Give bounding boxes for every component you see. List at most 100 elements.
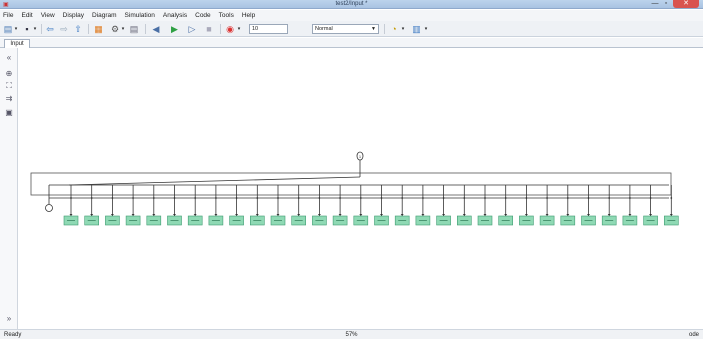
settings-dropdown-icon[interactable]: ▾ (120, 24, 126, 34)
junction-dot (339, 197, 341, 199)
junction-dot (484, 197, 486, 199)
arrow-head (669, 214, 673, 216)
record-icon[interactable]: ◉ (225, 24, 235, 34)
build-model-icon[interactable]: ▥ (411, 24, 422, 34)
junction-dot (215, 197, 217, 199)
arrow-head (545, 214, 549, 216)
arrow-head (214, 214, 218, 216)
junction-dot (670, 197, 673, 199)
signal-line (68, 176, 361, 186)
junction-dot (359, 197, 362, 199)
image-icon[interactable]: ▣ (4, 108, 14, 117)
solver-name: ode (688, 332, 699, 338)
menu-help[interactable]: Help (242, 12, 255, 19)
menu-tools[interactable]: Tools (219, 12, 234, 19)
explorer-icon[interactable]: ▤ (129, 24, 139, 34)
title-bar: ▣ test2/Input * — ▫ ✕ (0, 0, 703, 9)
hide-browser-icon[interactable]: « (4, 53, 14, 62)
toolbar: ▤ ▾ ▪ ▾ ⇦ ⇨ ⇧ ▦ ⚙ ▾ ▤ ◀ ▶ ▷ ■ ◉ ▾ 10 Nor… (0, 21, 703, 37)
model-advisor-icon[interactable]: ◔ (389, 24, 399, 34)
menu-file[interactable]: File (3, 12, 13, 19)
run-icon[interactable]: ▶ (169, 24, 180, 34)
junction-dot (587, 197, 590, 199)
arrow-head (297, 214, 301, 216)
junction-dot (90, 197, 93, 199)
tab-input[interactable]: Input (4, 39, 30, 48)
junction-dot (546, 197, 548, 199)
build-dropdown-icon[interactable]: ▾ (423, 24, 429, 34)
window-title: test2/Input * (335, 1, 368, 7)
minimize-button[interactable]: — (650, 0, 660, 8)
arrow-head (276, 214, 280, 216)
arrow-head (628, 214, 632, 216)
advisor-dropdown-icon[interactable]: ▾ (400, 24, 406, 34)
zoom-level: 57% (345, 332, 358, 338)
simulation-mode-select[interactable]: Normal ▼ (312, 24, 379, 34)
stop-time-input[interactable]: 10 (249, 24, 288, 34)
status-bar: Ready 57% ode (0, 329, 703, 339)
junction-dot (463, 197, 466, 199)
fit-to-view-icon[interactable]: ⛶ (4, 81, 14, 90)
arrow-head (607, 214, 611, 216)
arrow-head (421, 214, 425, 216)
simulation-mode-value: Normal (315, 26, 333, 32)
arrow-head (400, 214, 404, 216)
arrow-head (193, 214, 197, 216)
block-diagram: 1 (30, 151, 679, 226)
menu-simulation[interactable]: Simulation (125, 12, 155, 19)
junction-dot (318, 197, 321, 199)
close-button[interactable]: ✕ (673, 0, 699, 8)
model-canvas[interactable]: 1 (19, 48, 703, 329)
menu-edit[interactable]: Edit (21, 12, 32, 19)
arrow-head (504, 214, 508, 216)
expand-icon[interactable]: » (4, 314, 14, 323)
menu-display[interactable]: Display (63, 12, 84, 19)
arrow-head (359, 214, 363, 216)
junction-dot (194, 197, 197, 199)
step-back-icon[interactable]: ◀ (151, 24, 161, 34)
arrow-head (317, 214, 321, 216)
junction-dot (608, 197, 611, 199)
up-arrow-icon[interactable]: ⇧ (73, 24, 83, 34)
junction-dot (401, 197, 404, 199)
stop-icon[interactable]: ■ (204, 24, 214, 34)
new-dropdown-icon[interactable]: ▾ (13, 24, 19, 34)
junction-dot (504, 197, 507, 199)
arrow-head (173, 214, 176, 216)
settings-gear-icon[interactable]: ⚙ (110, 24, 120, 34)
arrow-head (110, 214, 114, 216)
forward-arrow-icon[interactable]: ⇨ (59, 24, 69, 34)
tool-palette: « ⊕ ⛶ ⇉ ▣ » (0, 48, 18, 329)
junction-dot (422, 197, 424, 199)
junction-dot (152, 197, 155, 199)
junction-dot (442, 197, 445, 199)
record-dropdown-icon[interactable]: ▾ (236, 24, 242, 34)
new-model-icon[interactable]: ▤ (3, 24, 13, 34)
junction-dot (525, 197, 528, 199)
step-forward-icon[interactable]: ▷ (187, 24, 197, 34)
arrow-head (462, 214, 466, 216)
menu-code[interactable]: Code (195, 12, 211, 19)
arrow-head (90, 214, 94, 216)
arrow-head (380, 214, 383, 216)
tab-bar: Input (0, 38, 703, 48)
arrow-head (255, 214, 259, 216)
menu-analysis[interactable]: Analysis (163, 12, 187, 19)
annotation-icon[interactable]: ⇉ (4, 94, 14, 103)
menu-bar: File Edit View Display Diagram Simulatio… (0, 10, 703, 21)
back-arrow-icon[interactable]: ⇦ (45, 24, 55, 34)
zoom-icon[interactable]: ⊕ (4, 69, 14, 78)
maximize-button[interactable]: ▫ (661, 0, 671, 8)
arrow-head (152, 214, 156, 216)
arrow-head (69, 214, 73, 216)
save-icon[interactable]: ▪ (22, 24, 32, 34)
junction-dot (629, 197, 631, 199)
junction-dot (256, 197, 259, 199)
junction-dot (235, 197, 238, 199)
save-dropdown-icon[interactable]: ▾ (32, 24, 38, 34)
junction-dot (566, 197, 569, 199)
menu-diagram[interactable]: Diagram (92, 12, 117, 19)
junction-dot (277, 197, 279, 199)
menu-view[interactable]: View (41, 12, 55, 19)
library-browser-icon[interactable]: ▦ (93, 24, 104, 34)
